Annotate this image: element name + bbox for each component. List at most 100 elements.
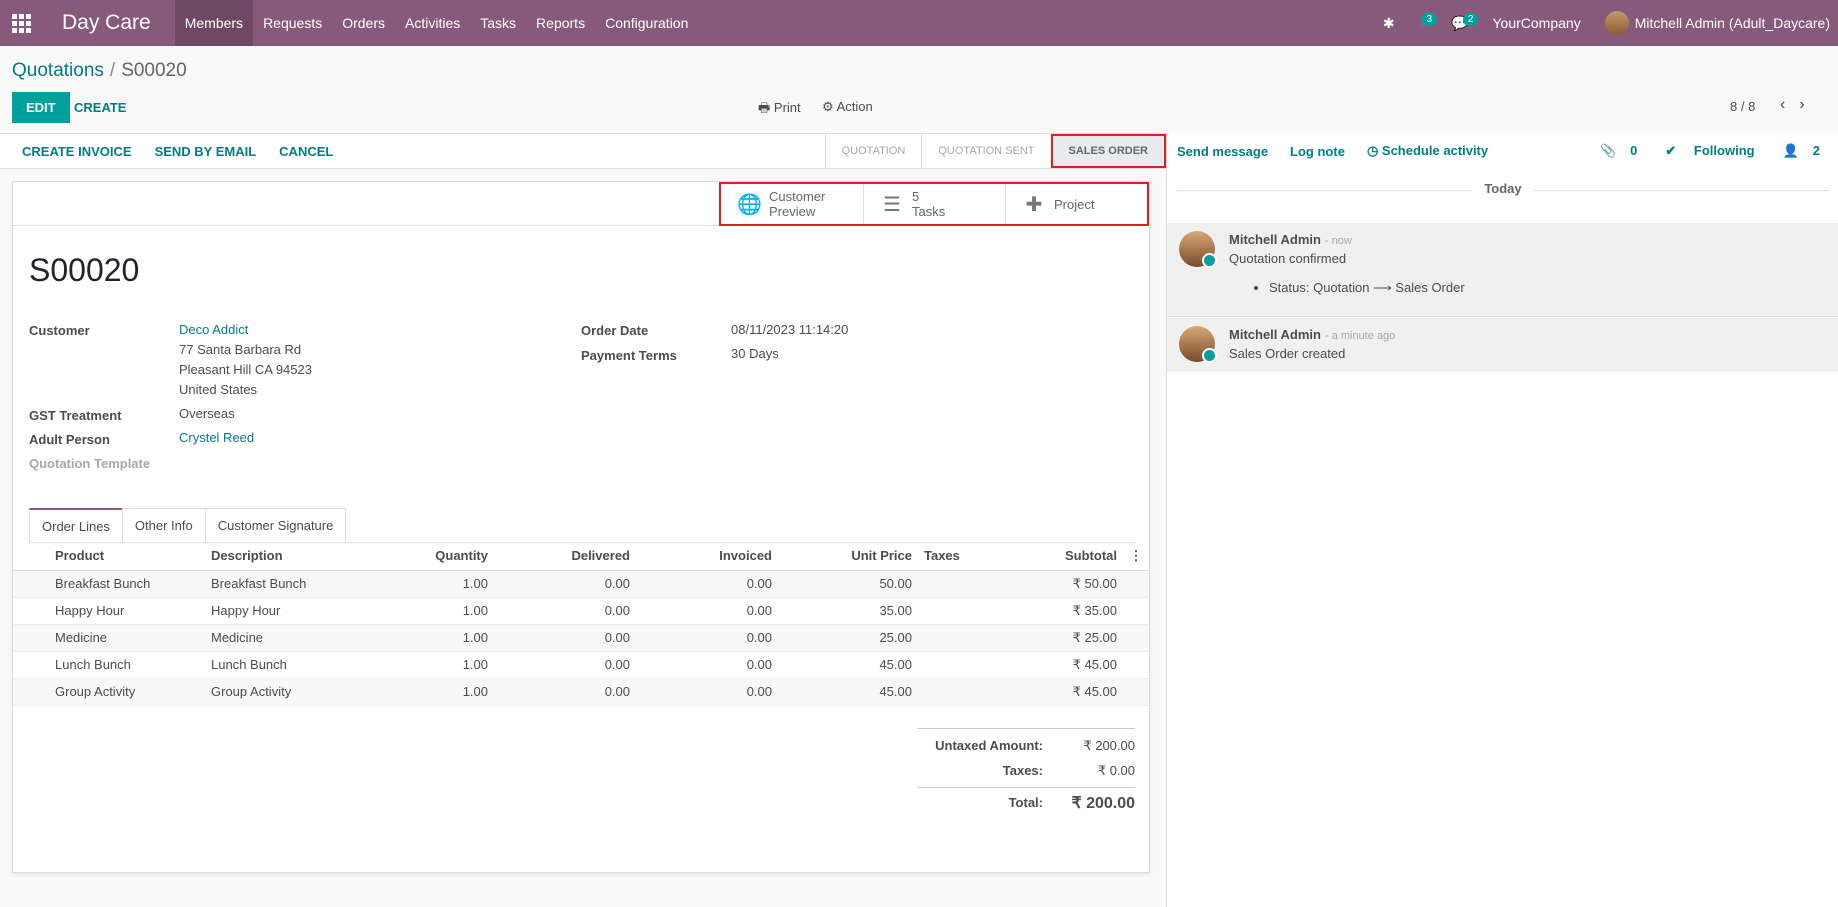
- messaging-chat-icon[interactable]: 💬 2: [1439, 0, 1480, 46]
- chevron-left-icon[interactable]: ‹: [1780, 96, 1785, 113]
- chevron-right-icon[interactable]: ›: [1799, 96, 1804, 113]
- table-header-row: Product Description Quantity Delivered I…: [13, 542, 1149, 571]
- table-row[interactable]: Group Activity Group Activity 1.00 0.00 0.00…: [13, 678, 1149, 706]
- followers-button[interactable]: 👤 2: [1783, 143, 1834, 159]
- order-date-value: 08/11/2023 11:14:20: [731, 322, 849, 337]
- optional-columns-icon[interactable]: ⋮: [1123, 542, 1149, 571]
- col-delivered[interactable]: Delivered: [494, 542, 636, 571]
- col-taxes[interactable]: Taxes: [918, 542, 998, 571]
- cell-subtotal: ₹ 45.00: [998, 678, 1123, 706]
- debug-bug-icon[interactable]: ✱: [1371, 0, 1407, 46]
- stage-quotation[interactable]: QUOTATION: [824, 134, 922, 168]
- following-label: Following: [1693, 143, 1755, 158]
- menu-orders[interactable]: Orders: [332, 0, 395, 46]
- tab-other-info[interactable]: Other Info: [121, 508, 206, 542]
- cell-product: Breakfast Bunch: [49, 570, 205, 598]
- menu-activities[interactable]: Activities: [395, 0, 470, 46]
- author-avatar[interactable]: [1179, 231, 1217, 268]
- send-by-email-button[interactable]: SEND BY EMAIL: [155, 144, 257, 159]
- cancel-button[interactable]: CANCEL: [279, 144, 333, 159]
- menu-configuration[interactable]: Configuration: [595, 0, 698, 46]
- cell-taxes: [918, 651, 998, 679]
- send-message-button[interactable]: Send message: [1177, 144, 1268, 159]
- order-title: S00020: [29, 252, 140, 288]
- message-item: Mitchell Admin - now Quotation confirmed …: [1167, 223, 1838, 317]
- attachments-button[interactable]: 📎 0: [1600, 143, 1651, 159]
- cell-product: Medicine: [49, 624, 205, 652]
- cell-delivered: 0.00: [494, 570, 636, 598]
- schedule-activity-label: Schedule activity: [1381, 143, 1489, 158]
- log-note-button[interactable]: Log note: [1290, 144, 1345, 159]
- menu-reports[interactable]: Reports: [526, 0, 595, 46]
- breadcrumb-current: S00020: [121, 60, 187, 81]
- chatter-panel: Send message Log note ◷ Schedule activit…: [1166, 133, 1838, 907]
- cell-subtotal: ₹ 45.00: [998, 651, 1123, 679]
- apps-menu-icon[interactable]: [0, 0, 42, 46]
- message-author[interactable]: Mitchell Admin: [1229, 327, 1321, 342]
- cell-subtotal: ₹ 35.00: [998, 597, 1123, 625]
- row-handle: [13, 678, 49, 706]
- stage-quotation-sent[interactable]: QUOTATION SENT: [921, 134, 1050, 168]
- stage-sales-order[interactable]: SALES ORDER: [1050, 134, 1166, 168]
- print-button[interactable]: 🖶 Print: [758, 99, 801, 121]
- puzzle-icon: ✚: [1025, 193, 1043, 216]
- schedule-activity-button[interactable]: ◷ Schedule activity: [1367, 143, 1488, 159]
- cell-taxes: [918, 597, 998, 625]
- menu-members[interactable]: Members: [174, 0, 254, 46]
- edit-button[interactable]: EDIT: [12, 92, 70, 123]
- table-row[interactable]: Happy Hour Happy Hour 1.00 0.00 0.00 35.00 ₹ 3…: [13, 597, 1149, 625]
- cell-delivered: 0.00: [494, 597, 636, 625]
- tab-customer-signature[interactable]: Customer Signature: [204, 508, 347, 542]
- tab-order-lines[interactable]: Order Lines: [29, 508, 123, 542]
- breadcrumb-quotations[interactable]: Quotations: [12, 60, 104, 81]
- cell-unit-price: 35.00: [778, 597, 918, 625]
- col-description[interactable]: Description: [205, 542, 359, 571]
- gst-value: Overseas: [179, 406, 235, 421]
- company-switcher[interactable]: YourCompany: [1480, 0, 1592, 46]
- table-row[interactable]: Medicine Medicine 1.00 0.00 0.00 25.00 ₹ 25.00: [13, 624, 1149, 652]
- message-author[interactable]: Mitchell Admin: [1229, 232, 1321, 247]
- customer-preview-button[interactable]: 🌐 Customer Preview: [721, 184, 863, 224]
- address-line3: United States: [179, 382, 258, 397]
- app-brand[interactable]: Day Care: [42, 11, 175, 35]
- address-line2: Pleasant Hill CA 94523: [179, 362, 312, 377]
- cell-description: Breakfast Bunch: [205, 570, 359, 598]
- table-row[interactable]: Lunch Bunch Lunch Bunch 1.00 0.00 0.00 45.00 ₹…: [13, 651, 1149, 679]
- untaxed-amount-label: Untaxed Amount:: [935, 738, 1043, 753]
- user-menu[interactable]: Mitchell Admin (Adult_Daycare): [1593, 0, 1838, 46]
- table-row[interactable]: Breakfast Bunch Breakfast Bunch 1.00 0.00 0.…: [13, 570, 1149, 598]
- cell-taxes: [918, 678, 998, 706]
- breadcrumb-separator: /: [109, 60, 116, 81]
- create-button[interactable]: CREATE: [70, 92, 130, 123]
- following-button[interactable]: ✔ Following: [1665, 143, 1768, 159]
- preview-line2: Preview: [769, 204, 816, 219]
- customer-link[interactable]: Deco Addict: [179, 320, 248, 340]
- action-button[interactable]: ⚙ Action: [822, 99, 873, 115]
- top-navbar: Day Care Members Requests Orders Activit…: [0, 0, 1838, 46]
- attachments-count: 0: [1630, 143, 1638, 158]
- project-button[interactable]: ✚ Project: [1005, 184, 1147, 224]
- adult-person-link[interactable]: Crystel Reed: [179, 428, 254, 448]
- activity-count-badge: 3: [1421, 13, 1438, 26]
- menu-requests[interactable]: Requests: [253, 0, 332, 46]
- author-avatar[interactable]: [1179, 326, 1217, 363]
- tasks-label: Tasks: [912, 204, 946, 219]
- activity-clock-icon[interactable]: ◔3: [1407, 0, 1439, 46]
- cell-quantity: 1.00: [359, 597, 494, 625]
- col-invoiced[interactable]: Invoiced: [636, 542, 778, 571]
- col-product[interactable]: Product: [49, 542, 205, 571]
- tasks-count: 5: [912, 189, 920, 204]
- col-quantity[interactable]: Quantity: [359, 542, 494, 571]
- tasks-button[interactable]: ☰ 5 Tasks: [863, 184, 1005, 224]
- order-lines-body: Breakfast Bunch Breakfast Bunch 1.00 0.00 0.…: [13, 570, 1149, 706]
- form-statusbar: CREATE INVOICE SEND BY EMAIL CANCEL QUOT…: [0, 133, 1166, 169]
- col-subtotal[interactable]: Subtotal: [998, 542, 1123, 571]
- cell-invoiced: 0.00: [636, 597, 778, 625]
- menu-tasks[interactable]: Tasks: [470, 0, 526, 46]
- row-handle: [13, 624, 49, 652]
- message-time: - now: [1324, 235, 1352, 247]
- col-unit-price[interactable]: Unit Price: [778, 542, 918, 571]
- message-body: Quotation confirmed: [1229, 251, 1347, 266]
- create-invoice-button[interactable]: CREATE INVOICE: [22, 144, 132, 159]
- pager-value[interactable]: 8 / 8: [1730, 99, 1755, 114]
